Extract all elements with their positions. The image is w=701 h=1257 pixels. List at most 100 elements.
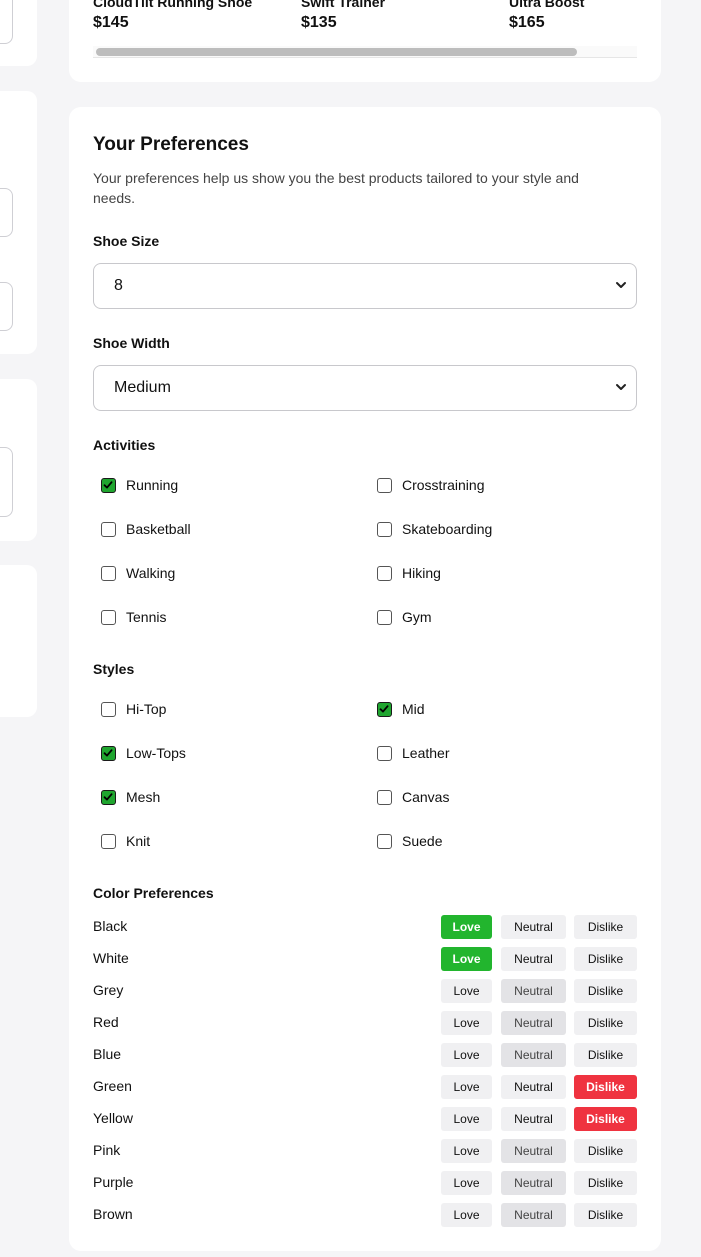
checkbox-option[interactable]: Hi-Top xyxy=(101,699,166,719)
love-button[interactable]: Love xyxy=(441,979,492,1003)
neutral-button[interactable]: Neutral xyxy=(501,1043,566,1067)
product-card[interactable]: Swift Trainer $135 xyxy=(301,0,501,34)
products-scroller[interactable]: CloudTilt Running Shoe $145 Swift Traine… xyxy=(69,0,661,82)
product-card[interactable]: Ultra Boost $165 xyxy=(509,0,701,34)
left-field-4[interactable] xyxy=(0,447,13,517)
checkbox-option[interactable]: Leather xyxy=(377,743,449,763)
checkbox-option[interactable]: Running xyxy=(101,475,178,495)
checkbox-checked[interactable] xyxy=(101,789,116,805)
love-button[interactable]: Love xyxy=(441,947,492,971)
color-preferences-label: Color Preferences xyxy=(93,885,214,901)
checkbox-option[interactable]: Crosstraining xyxy=(377,475,484,495)
checkbox-label: Basketball xyxy=(126,521,191,537)
checkbox-label: Mid xyxy=(402,701,425,717)
neutral-button[interactable]: Neutral xyxy=(501,1203,566,1227)
neutral-button[interactable]: Neutral xyxy=(501,1139,566,1163)
dislike-button[interactable]: Dislike xyxy=(574,1107,637,1131)
checkbox-option[interactable]: Hiking xyxy=(377,563,441,583)
color-name: Yellow xyxy=(93,1110,133,1126)
love-button[interactable]: Love xyxy=(441,1075,492,1099)
love-button[interactable]: Love xyxy=(441,915,492,939)
checkbox[interactable] xyxy=(101,609,116,625)
checkbox-label: Leather xyxy=(402,745,450,761)
checkbox[interactable] xyxy=(377,789,392,805)
left-field-2[interactable] xyxy=(0,188,13,237)
left-field-1[interactable] xyxy=(0,0,13,44)
love-button[interactable]: Love xyxy=(441,1107,492,1131)
horizontal-scrollbar[interactable] xyxy=(93,46,637,58)
checkbox[interactable] xyxy=(377,745,392,761)
checkbox-option[interactable]: Skateboarding xyxy=(377,519,492,539)
checkbox-option[interactable]: Knit xyxy=(101,831,150,851)
chevron-down-icon xyxy=(616,282,626,288)
product-name: CloudTilt Running Shoe xyxy=(93,0,253,10)
preferences-card: Your Preferences Your preferences help u… xyxy=(69,107,661,1251)
checkbox-label: Low-Tops xyxy=(126,745,186,761)
checkbox-label: Running xyxy=(126,477,179,493)
checkbox[interactable] xyxy=(101,521,116,537)
dislike-button[interactable]: Dislike xyxy=(574,1203,637,1227)
neutral-button[interactable]: Neutral xyxy=(501,915,566,939)
neutral-button[interactable]: Neutral xyxy=(501,1075,566,1099)
checkbox[interactable] xyxy=(377,833,392,849)
dislike-button[interactable]: Dislike xyxy=(574,1171,637,1195)
dislike-button[interactable]: Dislike xyxy=(574,947,637,971)
love-button[interactable]: Love xyxy=(441,1171,492,1195)
neutral-button[interactable]: Neutral xyxy=(501,947,566,971)
product-name: Ultra Boost xyxy=(509,0,585,10)
checkbox-option[interactable]: Canvas xyxy=(377,787,449,807)
checkbox-label: Hiking xyxy=(402,565,441,581)
checkbox-label: Tennis xyxy=(126,609,167,625)
checkbox-checked[interactable] xyxy=(377,701,392,717)
color-name: Green xyxy=(93,1078,132,1094)
love-button[interactable]: Love xyxy=(441,1043,492,1067)
love-button[interactable]: Love xyxy=(441,1011,492,1035)
checkbox-option[interactable]: Mesh xyxy=(101,787,160,807)
checkbox-label: Knit xyxy=(126,833,151,849)
checkbox-option[interactable]: Mid xyxy=(377,699,425,719)
product-card[interactable]: CloudTilt Running Shoe $145 xyxy=(93,0,293,34)
dislike-button[interactable]: Dislike xyxy=(574,915,637,939)
preferences-title: Your Preferences xyxy=(93,134,249,155)
left-card-4 xyxy=(0,565,37,717)
checkbox[interactable] xyxy=(377,477,392,493)
scrollbar-thumb[interactable] xyxy=(96,48,577,56)
dislike-button[interactable]: Dislike xyxy=(574,979,637,1003)
checkbox[interactable] xyxy=(101,565,116,581)
color-name: Brown xyxy=(93,1206,133,1222)
dislike-button[interactable]: Dislike xyxy=(574,1043,637,1067)
checkbox-option[interactable]: Basketball xyxy=(101,519,191,539)
checkbox-label: Canvas xyxy=(402,789,450,805)
shoe-width-select[interactable]: Medium xyxy=(93,365,637,411)
checkbox[interactable] xyxy=(101,701,116,717)
color-row: Brown Love Neutral Dislike xyxy=(93,1203,637,1227)
checkbox-option[interactable]: Tennis xyxy=(101,607,166,627)
checkbox-option[interactable]: Gym xyxy=(377,607,432,627)
checkbox-checked[interactable] xyxy=(101,477,116,493)
checkbox-option[interactable]: Walking xyxy=(101,563,175,583)
neutral-button[interactable]: Neutral xyxy=(501,1171,566,1195)
shoe-size-select[interactable]: 8 xyxy=(93,263,637,309)
dislike-button[interactable]: Dislike xyxy=(574,1139,637,1163)
checkbox-checked[interactable] xyxy=(101,745,116,761)
product-price: $145 xyxy=(93,14,129,31)
checkbox[interactable] xyxy=(101,833,116,849)
neutral-button[interactable]: Neutral xyxy=(501,1107,566,1131)
left-field-3[interactable] xyxy=(0,282,13,331)
shoe-size-label: Shoe Size xyxy=(93,233,160,249)
checkbox[interactable] xyxy=(377,521,392,537)
checkbox-option[interactable]: Suede xyxy=(377,831,442,851)
checkbox-label: Skateboarding xyxy=(402,521,493,537)
dislike-button[interactable]: Dislike xyxy=(574,1075,637,1099)
love-button[interactable]: Love xyxy=(441,1203,492,1227)
neutral-button[interactable]: Neutral xyxy=(501,1011,566,1035)
dislike-button[interactable]: Dislike xyxy=(574,1011,637,1035)
love-button[interactable]: Love xyxy=(441,1139,492,1163)
shoe-width-value: Medium xyxy=(114,379,171,396)
neutral-button[interactable]: Neutral xyxy=(501,979,566,1003)
color-row: White Love Neutral Dislike xyxy=(93,947,637,971)
checkbox-option[interactable]: Low-Tops xyxy=(101,743,186,763)
checkbox[interactable] xyxy=(377,609,392,625)
checkbox[interactable] xyxy=(377,565,392,581)
color-row: Red Love Neutral Dislike xyxy=(93,1011,637,1035)
